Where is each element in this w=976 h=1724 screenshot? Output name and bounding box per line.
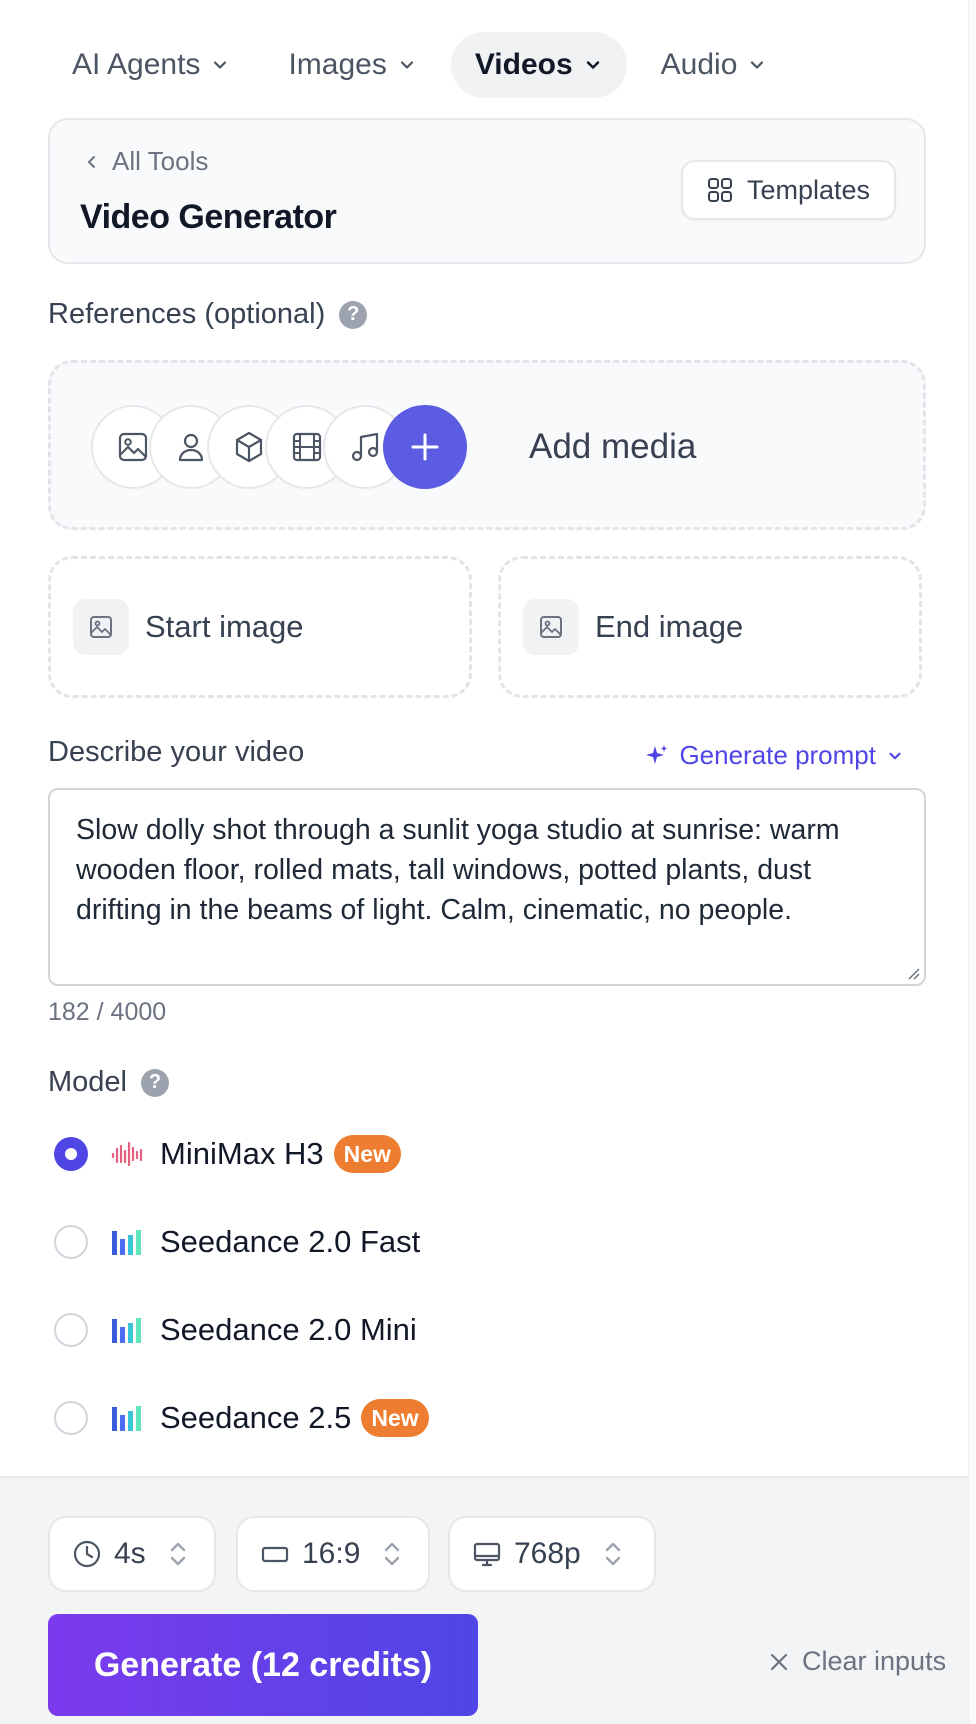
cube-icon [235,431,263,463]
sparkle-icon [646,744,668,764]
templates-label: Templates [746,174,870,205]
generate-button[interactable]: Generate (12 credits) [48,1614,478,1716]
aspect-ratio-value: 16:9 [302,1537,361,1570]
start-image-dropzone[interactable]: Start image [48,556,472,698]
resize-handle-icon[interactable] [904,964,920,980]
radio-button[interactable] [54,1313,88,1347]
model-option-seedance-2-0-fast[interactable]: Seedance 2.0 Fast [54,1218,420,1266]
model-option-minimax-h3[interactable]: MiniMax H3 New [54,1130,401,1178]
model-option-seedance-2-0-mini[interactable]: Seedance 2.0 Mini [54,1306,417,1354]
nav-item-images[interactable]: Images [264,32,440,98]
nav-item-label: Videos [474,48,573,81]
radio-button[interactable] [54,1401,88,1435]
duration-selector[interactable]: 4s [48,1516,216,1592]
nav-item-label: Audio [660,48,738,81]
page-scrollbar[interactable] [968,0,976,1724]
seedance-logo-icon [112,1406,141,1431]
templates-button[interactable]: Templates [680,160,896,220]
character-count: 182 / 4000 [48,998,167,1026]
aspect-ratio-selector[interactable]: 16:9 [236,1516,430,1592]
clear-inputs-button[interactable]: Clear inputs [768,1646,946,1677]
seedance-logo-icon [112,1318,141,1343]
page-title: Video Generator [80,198,337,236]
radio-button[interactable] [54,1225,88,1259]
chevron-down-icon [214,61,227,69]
top-nav: AI Agents Images Videos Audio [48,32,801,98]
nav-item-label: AI Agents [72,48,201,81]
music-icon [351,432,379,462]
model-option-seedance-2-5[interactable]: Seedance 2.5 New [54,1394,429,1442]
all-tools-link[interactable]: All Tools [84,146,208,177]
new-badge: New [361,1399,429,1437]
chevron-up-down-icon [385,1542,400,1566]
tool-header-card: All Tools Video Generator Templates [48,118,926,264]
monitor-icon [473,1542,501,1567]
chevron-down-icon [889,752,901,759]
seedance-logo-icon [112,1230,141,1255]
chevron-down-icon [400,61,413,69]
plus-icon [411,433,439,461]
prompt-label: Describe your video [48,736,305,768]
radio-button[interactable] [54,1137,88,1171]
duration-value: 4s [114,1537,146,1570]
resolution-value: 768p [514,1537,581,1570]
references-dropzone[interactable]: Add media [48,360,926,530]
new-badge: New [333,1135,401,1173]
chevron-up-down-icon [605,1542,620,1566]
model-name: Seedance 2.5 [160,1400,352,1435]
help-icon[interactable]: ? [141,1068,169,1097]
chevron-down-icon [751,61,764,69]
nav-item-label: Images [288,48,387,81]
generate-prompt-button[interactable]: Generate prompt [645,740,904,771]
chevron-up-down-icon [170,1542,185,1566]
minimax-logo-icon [111,1141,143,1167]
person-icon [178,433,204,462]
nav-item-ai-agents[interactable]: AI Agents [48,32,254,98]
chevron-down-icon [586,61,599,69]
model-name: Seedance 2.0 Mini [160,1312,417,1347]
prompt-text[interactable]: Slow dolly shot through a sunlit yoga st… [76,810,900,930]
resolution-selector[interactable]: 768p [448,1516,656,1592]
add-media-button[interactable] [383,405,467,489]
clear-inputs-label: Clear inputs [802,1646,947,1676]
model-label: Model [48,1066,127,1098]
nav-item-audio[interactable]: Audio [637,32,792,98]
bottom-action-bar: 4s 16:9 768p Generate (12 credits) Clear… [0,1476,968,1724]
image-icon [118,432,148,462]
references-label: References (optional) [48,298,326,330]
prompt-textarea[interactable]: Slow dolly shot through a sunlit yoga st… [48,788,926,986]
end-image-label: End image [595,609,744,644]
chevron-left-icon [88,155,95,168]
close-icon [770,1653,788,1670]
help-icon[interactable]: ? [339,300,368,329]
aspect-ratio-icon [261,1546,289,1563]
references-heading: References (optional) ? [48,298,368,331]
prompt-heading: Describe your video [48,736,304,769]
start-image-label: Start image [145,609,304,644]
generate-prompt-label: Generate prompt [679,740,876,770]
image-icon [540,616,562,638]
clock-icon [73,1540,101,1568]
nav-item-videos[interactable]: Videos [450,32,627,98]
film-icon [292,432,322,462]
model-heading: Model ? [48,1066,169,1099]
end-image-dropzone[interactable]: End image [498,556,922,698]
end-image-thumb [523,599,579,655]
grid-icon [707,178,732,202]
start-image-thumb [73,599,129,655]
reference-type-icons [91,405,491,489]
model-name: MiniMax H3 [160,1136,324,1171]
all-tools-label: All Tools [112,146,209,176]
add-media-label[interactable]: Add media [529,427,696,467]
model-name: Seedance 2.0 Fast [160,1224,421,1259]
image-icon [90,616,112,638]
